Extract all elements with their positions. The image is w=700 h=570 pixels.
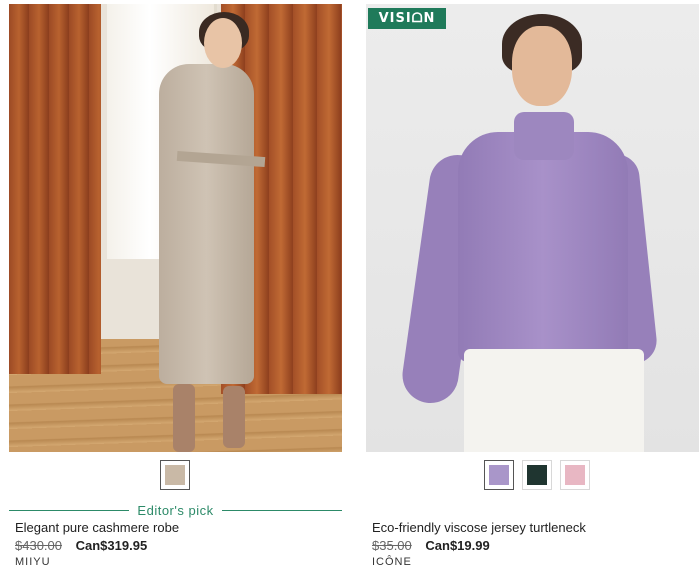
vision-badge: VISIᗝN <box>368 8 446 29</box>
product-prices: $430.00 Can$319.95 <box>15 538 147 553</box>
product-image-turtleneck[interactable]: VISIᗝN <box>366 4 699 452</box>
swatch-lavender[interactable] <box>484 460 514 490</box>
jeans <box>464 349 644 452</box>
product-title[interactable]: Elegant pure cashmere robe <box>15 520 179 535</box>
original-price: $35.00 <box>372 538 412 553</box>
swatch-dark-green[interactable] <box>522 460 552 490</box>
swatch-beige[interactable] <box>160 460 190 490</box>
model-head <box>204 18 242 68</box>
product-brand[interactable]: MIIYU <box>15 556 51 568</box>
product-title[interactable]: Eco-friendly viscose jersey turtleneck <box>372 520 586 535</box>
model-leg-right <box>223 386 245 448</box>
swatch-color <box>165 465 185 485</box>
sale-price: Can$319.95 <box>75 538 148 553</box>
product-card-robe[interactable]: Editor's pick Elegant pure cashmere robe… <box>9 0 343 570</box>
turtleneck-figure <box>458 132 628 362</box>
product-image-robe[interactable] <box>9 4 342 452</box>
divider-line <box>221 509 343 511</box>
divider-line <box>9 509 130 511</box>
model-head <box>512 26 572 106</box>
editors-pick-label: Editor's pick <box>137 502 214 518</box>
swatch-color <box>565 465 585 485</box>
color-swatches <box>484 460 590 490</box>
editors-pick-banner: Editor's pick <box>9 501 343 519</box>
model-leg-left <box>173 384 195 452</box>
turtleneck-collar <box>514 112 574 160</box>
swatch-color <box>489 465 509 485</box>
curtain-left <box>9 4 101 374</box>
sale-price: Can$19.99 <box>425 538 490 553</box>
swatch-pink[interactable] <box>560 460 590 490</box>
swatch-color <box>527 465 547 485</box>
product-brand[interactable]: ICÔNE <box>372 556 412 568</box>
product-prices: $35.00 Can$19.99 <box>372 538 490 553</box>
product-card-turtleneck[interactable]: VISIᗝN Eco-friendly viscose jersey turtl… <box>366 0 699 570</box>
robe-figure <box>159 64 254 384</box>
original-price: $430.00 <box>15 538 62 553</box>
color-swatches <box>160 460 190 490</box>
